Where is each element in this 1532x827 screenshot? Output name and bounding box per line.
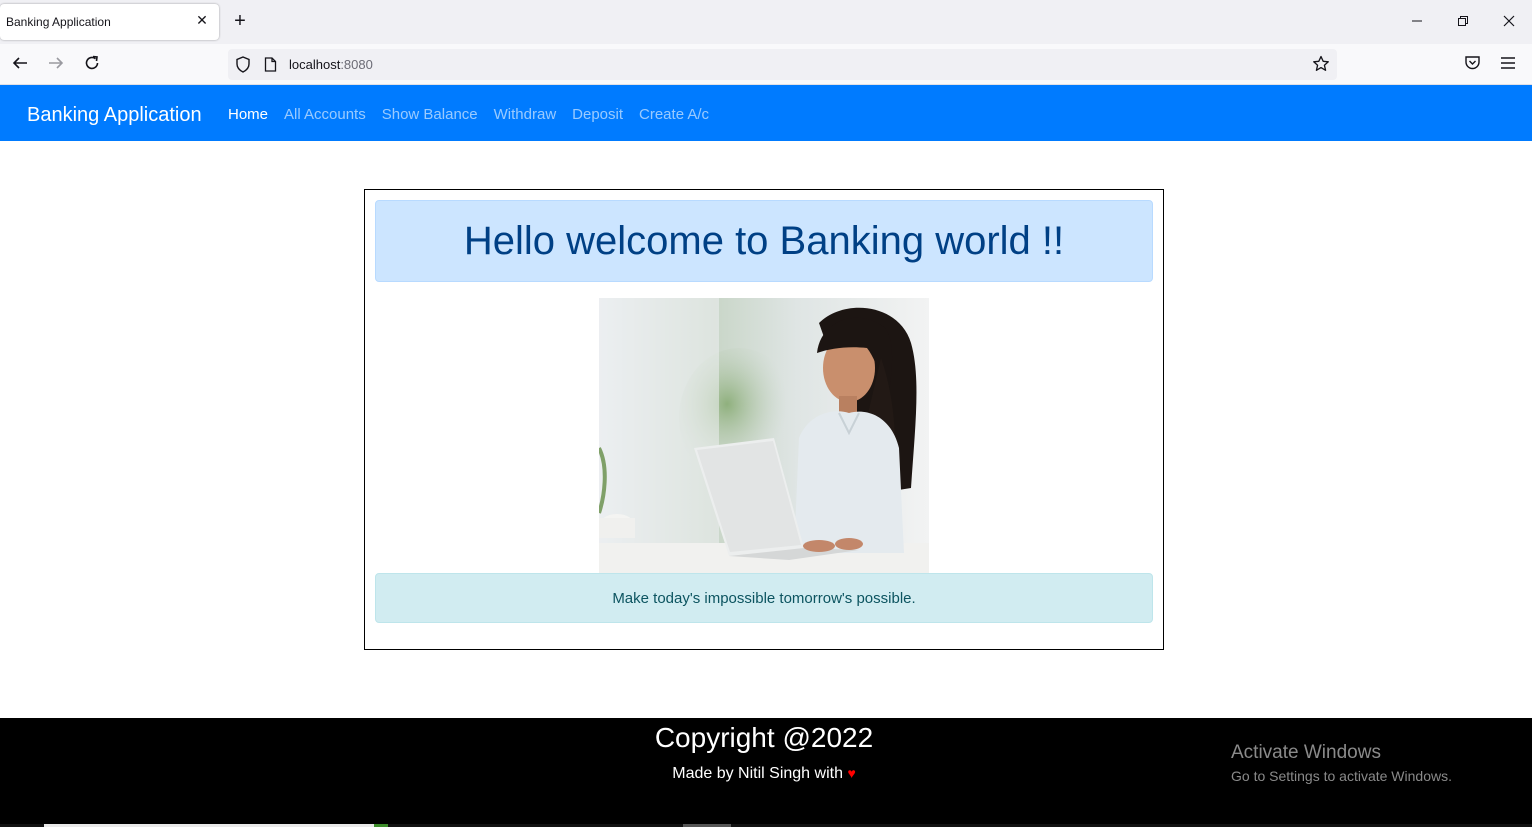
url-bar[interactable]: localhost:8080 [228,49,1337,80]
new-tab-button[interactable]: + [230,11,250,32]
heart-icon: ♥ [847,765,856,781]
nav-link-all-accounts[interactable]: All Accounts [284,106,366,123]
nav-link-withdraw[interactable]: Withdraw [494,106,557,123]
page-icon[interactable] [264,57,277,77]
reload-icon[interactable] [82,54,102,74]
navbar-brand[interactable]: Banking Application [27,104,202,127]
app-navbar: Banking Application Home All Accounts Sh… [0,85,1532,141]
pocket-icon[interactable] [1462,54,1482,74]
nav-link-home[interactable]: Home [228,106,268,123]
nav-link-create-account[interactable]: Create A/c [639,106,709,123]
woman-with-laptop-illustration [599,298,929,573]
browser-tab-bar: Banking Application ✕ + [0,0,1532,44]
url-text[interactable]: localhost:8080 [289,57,373,72]
made-by-label: Made by Nitil Singh with [672,765,843,782]
bookmark-star-icon[interactable] [1312,55,1330,78]
welcome-card: Hello welcome to Banking world !! Make t… [364,189,1164,650]
browser-tab[interactable]: Banking Application ✕ [0,4,219,40]
hero-image [599,298,929,573]
motto-alert: Make today's impossible tomorrow's possi… [375,573,1153,623]
footer: Copyright @2022 Made by Nitil Singh with… [0,718,1532,827]
restore-icon[interactable] [1452,12,1474,32]
nav-link-deposit[interactable]: Deposit [572,106,623,123]
nav-link-show-balance[interactable]: Show Balance [382,106,478,123]
menu-hamburger-icon[interactable] [1498,54,1518,74]
shield-icon[interactable] [235,56,251,78]
welcome-heading: Hello welcome to Banking world !! [375,200,1153,282]
activate-windows-title: Activate Windows [1231,742,1381,763]
url-port: :8080 [340,57,373,72]
close-tab-icon[interactable]: ✕ [195,13,209,27]
browser-toolbar: localhost:8080 [0,44,1532,85]
close-window-icon[interactable] [1498,12,1520,32]
back-arrow-icon[interactable] [10,54,30,74]
activate-windows-subtitle: Go to Settings to activate Windows. [1231,768,1452,784]
minimize-icon[interactable] [1406,12,1428,32]
forward-arrow-icon[interactable] [46,54,66,74]
url-host: localhost [289,57,341,72]
tab-title: Banking Application [6,15,111,29]
nav-links: Home All Accounts Show Balance Withdraw … [228,106,725,123]
